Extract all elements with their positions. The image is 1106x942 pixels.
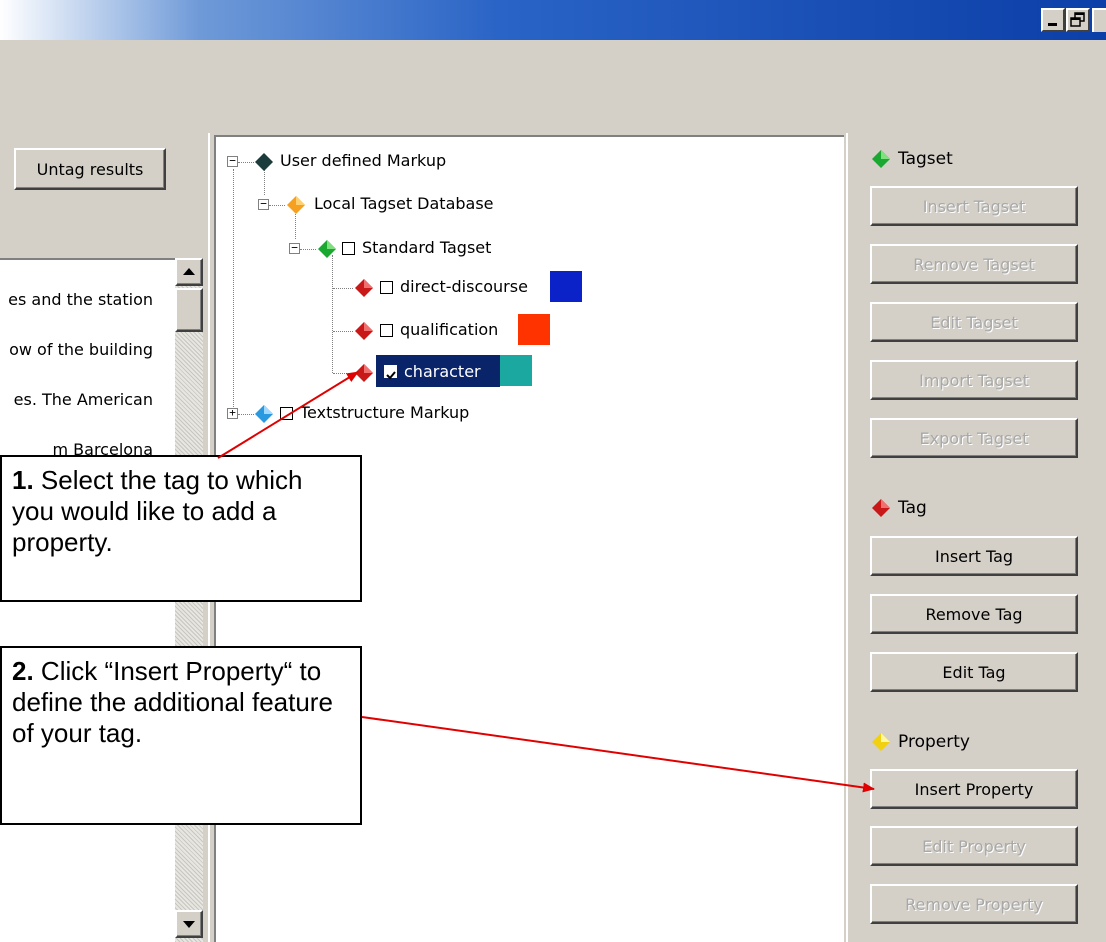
diamond-red-icon — [355, 322, 373, 340]
minimize-button[interactable] — [1041, 8, 1065, 32]
callout-step-1-text: Select the tag to which you would like t… — [12, 465, 303, 557]
edit-property-button[interactable]: Edit Property — [870, 826, 1078, 866]
collapse-icon[interactable]: − — [289, 242, 300, 254]
text-line: ow of the building — [9, 340, 153, 359]
checkbox-qualification[interactable] — [380, 324, 393, 337]
remove-tag-button[interactable]: Remove Tag — [870, 594, 1078, 634]
import-tagset-button[interactable]: Import Tagset — [870, 360, 1078, 400]
callout-step-2: 2. Click “Insert Property“ to define the… — [0, 646, 362, 825]
diamond-blue-icon — [255, 405, 273, 423]
tree-line — [269, 205, 285, 206]
tree-line — [238, 162, 254, 163]
export-tagset-button[interactable]: Export Tagset — [870, 418, 1078, 458]
tree-node-standard-tagset[interactable]: Standard Tagset — [362, 238, 491, 257]
untag-results-button[interactable]: Untag results — [14, 148, 166, 190]
tree-line — [333, 331, 353, 332]
diamond-red-icon — [355, 364, 373, 382]
text-line: es. The American — [13, 390, 153, 409]
tree-line — [295, 211, 296, 239]
tree-node-qualification[interactable]: qualification — [400, 320, 498, 339]
tagset-section-header: Tagset — [870, 148, 953, 170]
checkbox-standard-tagset[interactable] — [342, 242, 355, 255]
diamond-orange-icon — [287, 196, 305, 214]
arrow-down-icon — [183, 921, 195, 928]
edit-tagset-button[interactable]: Edit Tagset — [870, 302, 1078, 342]
tree-node-local-tagset-database[interactable]: Local Tagset Database — [314, 194, 494, 213]
color-swatch-character — [500, 355, 532, 386]
tree-line — [300, 249, 316, 250]
close-button[interactable] — [1092, 8, 1106, 32]
callout-step-1-number: 1. — [12, 465, 34, 495]
tree-node-direct-discourse[interactable]: direct-discourse — [400, 277, 528, 296]
collapse-icon[interactable]: − — [227, 155, 238, 167]
scroll-up-button[interactable] — [175, 258, 203, 286]
checkbox-character[interactable] — [384, 365, 397, 380]
remove-tagset-button[interactable]: Remove Tagset — [870, 244, 1078, 284]
diamond-dark-icon — [255, 153, 273, 171]
property-section-header: Property — [870, 731, 970, 753]
text-line: es and the station — [8, 290, 153, 309]
check-icon — [386, 371, 396, 380]
tree-node-user-defined-markup[interactable]: User defined Markup — [280, 151, 446, 170]
property-diamond-icon — [872, 733, 890, 751]
collapse-icon[interactable]: − — [258, 198, 269, 210]
callout-step-2-number: 2. — [12, 656, 34, 686]
window-title-bar — [0, 0, 1106, 40]
diamond-green-icon — [318, 240, 336, 258]
tag-section-header: Tag — [870, 497, 927, 519]
minimize-icon — [1048, 23, 1057, 26]
tagset-diamond-icon — [872, 150, 890, 168]
diamond-red-icon — [355, 279, 373, 297]
tree-line — [238, 414, 254, 415]
remove-property-button[interactable]: Remove Property — [870, 884, 1078, 924]
insert-property-button[interactable]: Insert Property — [870, 769, 1078, 809]
tree-line — [333, 373, 353, 374]
restore-icon — [1070, 12, 1085, 27]
edit-tag-button[interactable]: Edit Tag — [870, 652, 1078, 692]
color-swatch-qualification — [518, 314, 550, 345]
arrow-up-icon — [183, 268, 195, 275]
checkbox-textstructure-markup[interactable] — [280, 407, 293, 420]
tag-diamond-icon — [872, 499, 890, 517]
insert-tag-button[interactable]: Insert Tag — [870, 536, 1078, 576]
tagset-header-label: Tagset — [898, 149, 953, 169]
callout-step-2-text: Click “Insert Property“ to define the ad… — [12, 656, 333, 748]
panel-divider — [846, 133, 848, 942]
scroll-down-button[interactable] — [175, 910, 203, 938]
insert-tagset-button[interactable]: Insert Tagset — [870, 186, 1078, 226]
callout-step-1: 1. Select the tag to which you would lik… — [0, 455, 362, 602]
restore-button[interactable] — [1066, 8, 1090, 32]
checkbox-direct-discourse[interactable] — [380, 281, 393, 294]
tree-line — [333, 288, 353, 289]
tree-line — [233, 169, 234, 413]
tree-node-textstructure-markup[interactable]: Textstructure Markup — [300, 403, 469, 422]
expand-icon[interactable]: + — [227, 407, 238, 419]
property-header-label: Property — [898, 732, 970, 752]
tree-line — [332, 255, 333, 373]
tag-header-label: Tag — [898, 498, 927, 518]
tree-node-character[interactable]: character — [404, 362, 481, 381]
color-swatch-direct-discourse — [550, 271, 582, 302]
scroll-thumb[interactable] — [175, 288, 203, 332]
